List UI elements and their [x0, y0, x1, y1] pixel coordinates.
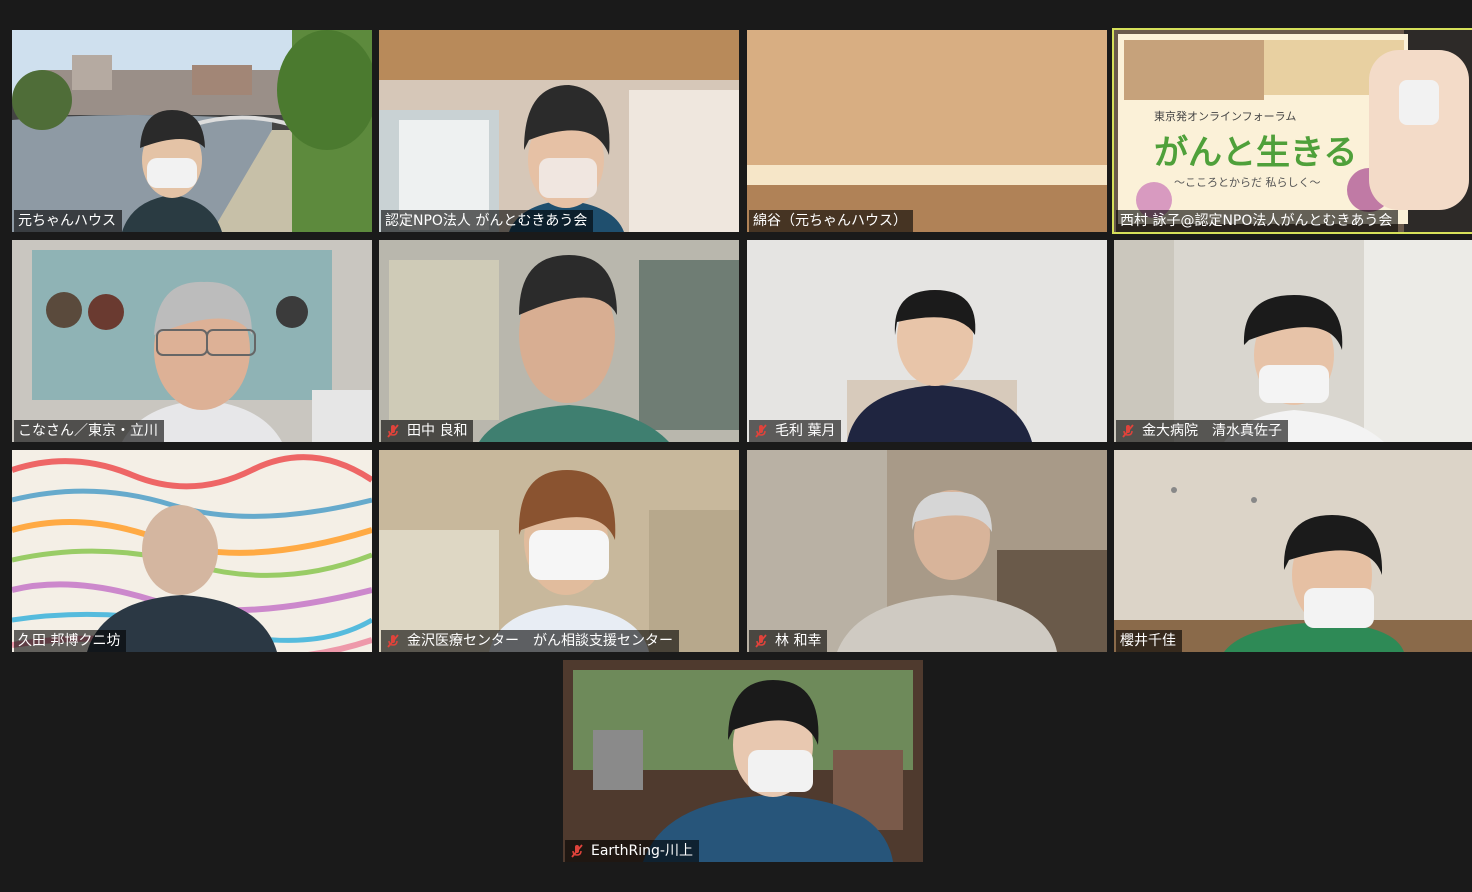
participant-name: こなさん／東京・立川 — [18, 423, 158, 439]
participant-name: 西村 詠子@認定NPO法人がんとむきあう会 — [1120, 213, 1393, 229]
video-tile-3[interactable]: 綿谷（元ちゃんハウス） — [747, 30, 1107, 232]
participant-name: 田中 良和 — [407, 423, 468, 439]
participant-name-tag: 西村 詠子@認定NPO法人がんとむきあう会 — [1116, 210, 1399, 232]
participant-name-tag: 綿谷（元ちゃんハウス） — [749, 210, 913, 232]
participant-name: EarthRing-川上 — [591, 843, 693, 859]
participant-video — [122, 281, 282, 442]
microphone-muted-icon — [387, 634, 399, 648]
participant-video — [643, 680, 893, 862]
participant-name-tag: 元ちゃんハウス — [14, 210, 122, 232]
participant-name-tag: 久田 邦博クニ坊 — [14, 630, 127, 652]
participant-name-tag: 金沢医療センター がん相談支援センター — [381, 630, 679, 652]
participant-video — [837, 490, 1057, 652]
video-tile-11[interactable]: 林 和幸 — [747, 450, 1107, 652]
participant-name: 金大病院 清水真佐子 — [1142, 423, 1282, 439]
video-tile-4-active-speaker[interactable]: 東京発オンラインフォーラム がんと生きる ～こころとからだ 私らしく～ 西村 詠… — [1112, 28, 1472, 234]
participant-name: 久田 邦博クニ坊 — [18, 633, 121, 649]
participant-name: 認定NPO法人 がんとむきあう会 — [385, 213, 588, 229]
video-tile-9[interactable]: 久田 邦博クニ坊 — [12, 450, 372, 652]
video-tile-10[interactable]: 金沢医療センター がん相談支援センター — [379, 450, 739, 652]
poster-tagline: ～こころとからだ 私らしく～ — [1174, 176, 1321, 189]
participant-name-tag: 林 和幸 — [749, 630, 828, 652]
participant-video — [509, 85, 624, 232]
participant-name-tag: 認定NPO法人 がんとむきあう会 — [381, 210, 594, 232]
participant-name-tag: こなさん／東京・立川 — [14, 420, 164, 442]
microphone-muted-icon — [755, 424, 767, 438]
participant-name-tag: 田中 良和 — [381, 420, 474, 442]
video-tile-1[interactable]: 元ちゃんハウス — [12, 30, 372, 232]
participant-video — [87, 505, 277, 652]
participant-video — [122, 110, 222, 232]
microphone-muted-icon — [571, 844, 583, 858]
video-tile-6[interactable]: 田中 良和 — [379, 240, 739, 442]
ceiling-camera-view — [747, 30, 1107, 232]
microphone-muted-icon — [755, 634, 767, 648]
participant-name-tag: 金大病院 清水真佐子 — [1116, 420, 1288, 442]
participant-name: 元ちゃんハウス — [18, 213, 116, 229]
video-tile-2[interactable]: 認定NPO法人 がんとむきあう会 — [379, 30, 739, 232]
participant-video — [479, 255, 669, 442]
microphone-muted-icon — [1122, 424, 1134, 438]
video-tile-12[interactable]: 櫻井千佳 — [1114, 450, 1472, 652]
participant-name: 綿谷（元ちゃんハウス） — [753, 213, 907, 229]
video-tile-7[interactable]: 毛利 葉月 — [747, 240, 1107, 442]
participant-name-tag: EarthRing-川上 — [565, 840, 699, 862]
participant-name: 毛利 葉月 — [775, 423, 836, 439]
poster-subtitle: 東京発オンラインフォーラム — [1154, 110, 1297, 123]
video-tile-8[interactable]: 金大病院 清水真佐子 — [1114, 240, 1472, 442]
participant-video — [1224, 295, 1384, 442]
microphone-muted-icon — [387, 424, 399, 438]
poster-title: がんと生きる — [1154, 133, 1358, 173]
participant-name: 金沢医療センター がん相談支援センター — [407, 633, 673, 649]
participant-name: 林 和幸 — [775, 633, 822, 649]
video-tile-5[interactable]: こなさん／東京・立川 — [12, 240, 372, 442]
participant-name-tag: 毛利 葉月 — [749, 420, 842, 442]
participant-video — [489, 470, 649, 652]
video-tile-13[interactable]: EarthRing-川上 — [563, 660, 923, 862]
participant-video — [1224, 515, 1404, 652]
participant-video — [847, 290, 1032, 442]
participant-name-tag: 櫻井千佳 — [1116, 630, 1182, 652]
participant-name: 櫻井千佳 — [1120, 633, 1176, 649]
